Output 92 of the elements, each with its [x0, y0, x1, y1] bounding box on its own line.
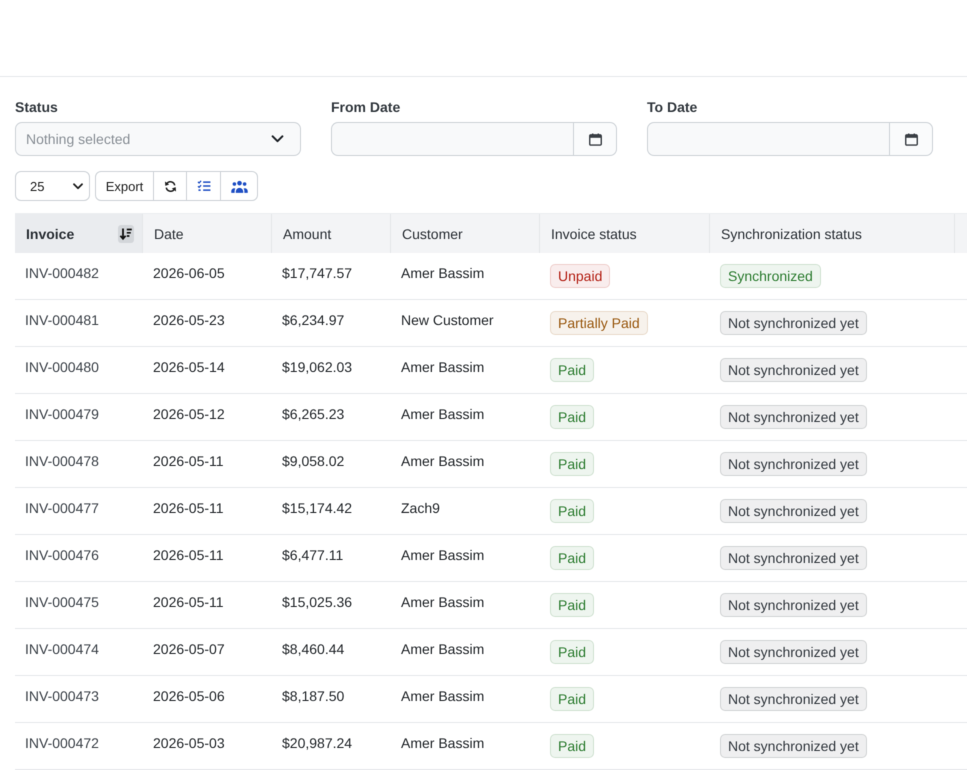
- table-cell: 2026-05-07: [153, 640, 225, 658]
- calendar-button[interactable]: [889, 122, 933, 156]
- table-cell: $6,234.97: [282, 311, 344, 329]
- table-cell: Amer Bassim: [401, 452, 484, 470]
- column-header[interactable]: Amount: [272, 214, 391, 253]
- sync-status-badge: Not synchronized yet: [720, 358, 867, 382]
- table-cell: INV-000479: [25, 405, 99, 423]
- table-cell: INV-000481: [25, 311, 99, 329]
- table-cell: Amer Bassim: [401, 687, 484, 705]
- table-cell: INV-000472: [25, 734, 99, 752]
- invoice-status-badge: Paid: [550, 499, 594, 523]
- filter-label: From Date: [331, 98, 400, 117]
- checklist-icon: [196, 180, 210, 192]
- calendar-icon: [904, 132, 918, 146]
- sync-status-badge: Not synchronized yet: [720, 640, 867, 664]
- page-size-select[interactable]: 25: [15, 171, 90, 201]
- table-cell: INV-000480: [25, 358, 99, 376]
- invoice-status-badge: Paid: [550, 640, 594, 664]
- table-cell: 2026-05-03: [153, 734, 225, 752]
- to-date-field[interactable]: [647, 122, 889, 156]
- column-header[interactable]: Invoice status: [540, 214, 710, 253]
- invoice-status-badge: Unpaid: [550, 264, 610, 288]
- table-cell: INV-000477: [25, 499, 99, 517]
- table-cell: INV-000473: [25, 687, 99, 705]
- sync-status-badge: Not synchronized yet: [720, 499, 867, 523]
- chevron-down-icon: [73, 182, 83, 190]
- invoice-status-badge: Paid: [550, 452, 594, 476]
- sync-status-badge: Not synchronized yet: [720, 687, 867, 711]
- table-cell: INV-000482: [25, 264, 99, 282]
- chevron-down-icon: [271, 135, 284, 143]
- sync-status-badge: Not synchronized yet: [720, 311, 867, 335]
- table-cell: 2026-05-06: [153, 687, 225, 705]
- invoice-status-badge: Paid: [550, 546, 594, 570]
- from-date-field[interactable]: [331, 122, 573, 156]
- table-cell: Amer Bassim: [401, 593, 484, 611]
- invoice-status-badge: Paid: [550, 734, 594, 758]
- table-cell: 2026-05-11: [153, 452, 224, 470]
- table-cell: Amer Bassim: [401, 264, 484, 282]
- table-cell: 2026-05-12: [153, 405, 225, 423]
- table-cell: New Customer: [401, 311, 494, 329]
- table-cell: $19,062.03: [282, 358, 352, 376]
- table-cell: 2026-05-11: [153, 546, 224, 564]
- column-header[interactable]: Customer: [391, 214, 540, 253]
- sync-status-badge: Synchronized: [720, 264, 821, 288]
- invoice-status-badge: Paid: [550, 593, 594, 617]
- table-cell: INV-000476: [25, 546, 99, 564]
- table-cell: 2026-05-14: [153, 358, 225, 376]
- table-cell: $8,187.50: [282, 687, 344, 705]
- table-cell: $8,460.44: [282, 640, 344, 658]
- export-button[interactable]: Export: [95, 171, 154, 201]
- filter-label: To Date: [647, 98, 698, 117]
- refresh-button[interactable]: [154, 171, 187, 201]
- table-cell: $17,747.57: [282, 264, 352, 282]
- table-cell: 2026-06-05: [153, 264, 225, 282]
- sync-status-badge: Not synchronized yet: [720, 405, 867, 429]
- refresh-icon: [164, 180, 176, 192]
- table-cell: 2026-05-11: [153, 499, 224, 517]
- checklist-button[interactable]: [187, 171, 221, 201]
- filter-label: Status: [15, 98, 58, 117]
- sort-icon: [118, 224, 134, 242]
- table-cell: $20,987.24: [282, 734, 352, 752]
- table-cell: $6,265.23: [282, 405, 344, 423]
- table-cell: Amer Bassim: [401, 405, 484, 423]
- sync-status-badge: Not synchronized yet: [720, 734, 867, 758]
- table-cell: 2026-05-11: [153, 593, 224, 611]
- table-cell: Amer Bassim: [401, 640, 484, 658]
- invoice-status-badge: Partially Paid: [550, 311, 648, 335]
- table-cell: $6,477.11: [282, 546, 344, 564]
- table-cell: Amer Bassim: [401, 546, 484, 564]
- column-header[interactable]: Invoice: [15, 214, 143, 253]
- table-cell: INV-000475: [25, 593, 99, 611]
- table-cell: $15,025.36: [282, 593, 352, 611]
- table-cell: INV-000478: [25, 452, 99, 470]
- invoice-status-badge: Paid: [550, 687, 594, 711]
- sync-status-badge: Not synchronized yet: [720, 593, 867, 617]
- table-cell: Amer Bassim: [401, 358, 484, 376]
- table-cell: 2026-05-23: [153, 311, 225, 329]
- invoice-status-badge: Paid: [550, 405, 594, 429]
- column-header[interactable]: Synchronization status: [710, 214, 955, 253]
- column-header[interactable]: Date: [143, 214, 272, 253]
- users-icon: [230, 180, 248, 192]
- calendar-button[interactable]: [573, 122, 617, 156]
- table-cell: Zach9: [401, 499, 440, 517]
- table-cell: Amer Bassim: [401, 734, 484, 752]
- table-cell: INV-000474: [25, 640, 99, 658]
- sync-status-badge: Not synchronized yet: [720, 452, 867, 476]
- users-button[interactable]: [221, 171, 258, 201]
- sync-status-badge: Not synchronized yet: [720, 546, 867, 570]
- table-cell: $15,174.42: [282, 499, 352, 517]
- calendar-icon: [588, 132, 602, 146]
- invoice-status-badge: Paid: [550, 358, 594, 382]
- table-cell: $9,058.02: [282, 452, 344, 470]
